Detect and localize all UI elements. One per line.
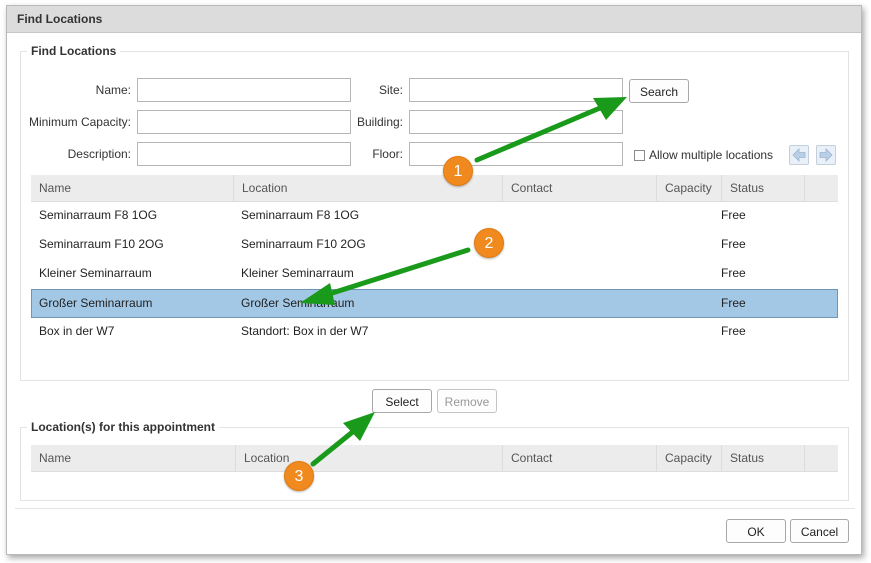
arrow-to-select [310,412,375,467]
annotation-arrows [300,97,627,467]
step-badge-3: 3 [284,461,314,491]
step-badge-1: 1 [443,156,473,186]
step-badge-2: 2 [474,228,504,258]
arrow-to-search [474,97,627,163]
arrow-to-row [300,247,471,305]
